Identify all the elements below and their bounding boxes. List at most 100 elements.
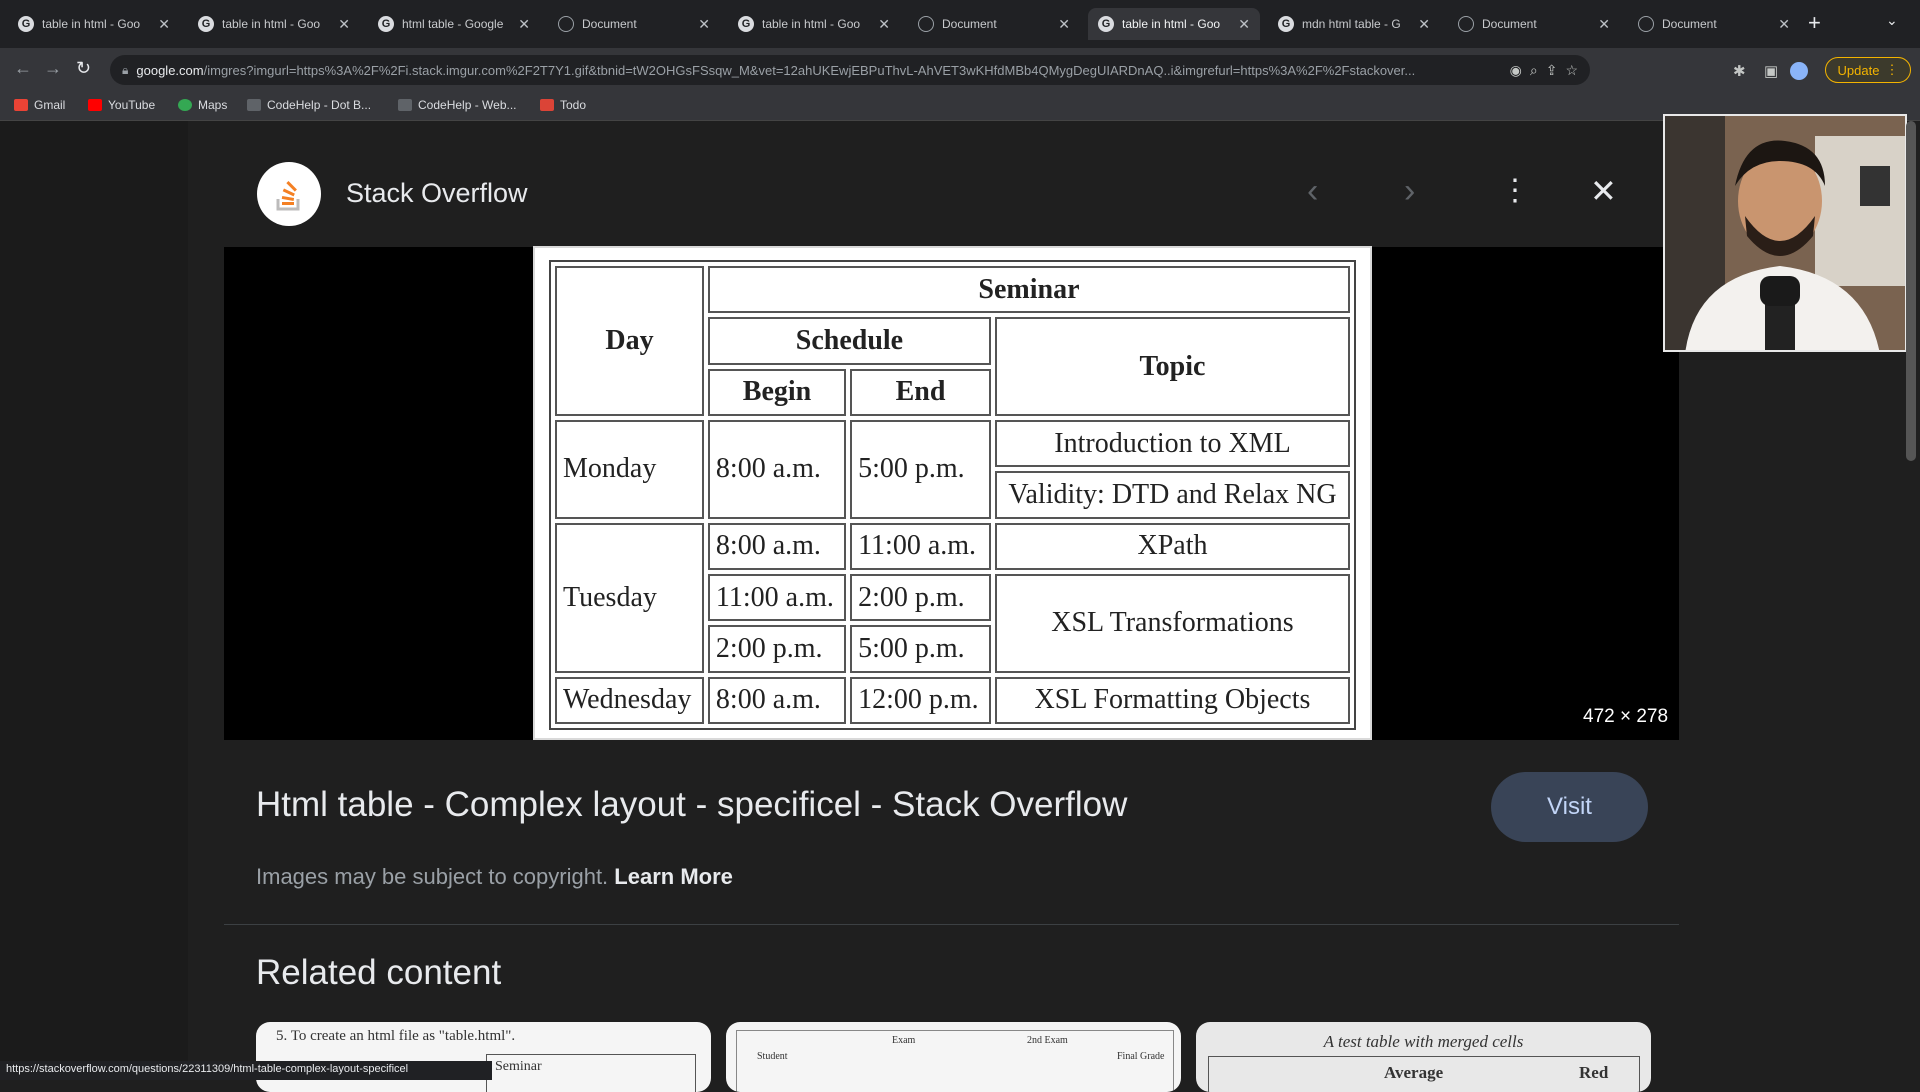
close-icon[interactable]: ✕ <box>698 16 710 33</box>
lock-icon: 🔒︎ <box>122 62 129 77</box>
more-vert-icon: ⋮ <box>1885 62 1899 77</box>
back-arrow-icon[interactable]: ← <box>14 58 32 79</box>
bookmark-codehelp-dot[interactable]: CodeHelp - Dot B... <box>247 98 371 112</box>
tab-active[interactable]: table in html - Goo ✕ <box>1088 8 1260 40</box>
tab-title: table in html - Goo <box>1122 17 1221 31</box>
tab[interactable]: table in html - Goo ✕ <box>188 8 360 40</box>
todo-icon <box>540 99 554 111</box>
close-icon[interactable]: ✕ <box>878 16 890 33</box>
url-text[interactable]: google.com/imgres?imgurl=https%3A%2F%2Fi… <box>136 63 1501 78</box>
tab[interactable]: Document ✕ <box>908 8 1080 40</box>
cell-topic: XSL Formatting Objects <box>994 676 1350 724</box>
google-icon <box>738 16 754 32</box>
close-icon[interactable]: ✕ <box>1590 174 1617 208</box>
url-path: /imgres?imgurl=https%3A%2F%2Fi.stack.img… <box>203 62 1416 78</box>
bookmark-label: Maps <box>198 98 228 112</box>
close-icon[interactable]: ✕ <box>518 16 530 33</box>
cell-end: 2:00 p.m. <box>850 573 991 622</box>
tab-search-chevron-icon[interactable]: ⌄ <box>1886 12 1898 29</box>
webcam-overlay <box>1663 114 1907 352</box>
new-tab-button[interactable]: + <box>1808 10 1821 36</box>
presenter-video-image <box>1665 116 1905 350</box>
globe-icon <box>1638 16 1654 32</box>
zoom-icon[interactable]: ⌕ <box>1530 62 1538 79</box>
close-icon[interactable]: ✕ <box>1418 16 1430 33</box>
cell-end: 11:00 a.m. <box>850 522 991 570</box>
thumb-cell-label: Average <box>1384 1063 1444 1082</box>
thumb-cell-label: Student <box>757 1051 788 1062</box>
bookmark-star-icon[interactable]: ☆ <box>1565 62 1578 79</box>
thumb-cell-label: Final Grade <box>1117 1051 1165 1062</box>
side-panel-icon[interactable]: ▣ <box>1764 62 1778 80</box>
cell-begin: 8:00 a.m. <box>707 676 847 724</box>
cell-begin: 8:00 a.m. <box>707 522 847 570</box>
address-bar[interactable]: 🔒︎ google.com/imgres?imgurl=https%3A%2F%… <box>110 55 1590 85</box>
bookmark-label: CodeHelp - Web... <box>418 98 517 112</box>
cell-end: 5:00 p.m. <box>850 419 991 519</box>
prev-chevron-icon[interactable]: ‹ <box>1307 174 1318 208</box>
tab-title: Document <box>1482 17 1537 31</box>
thumb-table: Student Exam 2nd Exam Final Grade <box>736 1030 1174 1092</box>
next-chevron-icon[interactable]: › <box>1404 174 1415 208</box>
extensions-puzzle-icon[interactable]: ✱ <box>1733 62 1746 80</box>
close-icon[interactable]: ✕ <box>1778 16 1790 33</box>
header-topic: Topic <box>994 317 1350 416</box>
cell-topic: Introduction to XML <box>994 419 1350 468</box>
visit-button[interactable]: Visit <box>1491 772 1648 842</box>
cell-day: Monday <box>555 419 704 519</box>
bookmark-todo[interactable]: Todo <box>540 98 586 112</box>
close-icon[interactable]: ✕ <box>1238 16 1250 33</box>
source-name[interactable]: Stack Overflow <box>346 178 528 209</box>
close-icon[interactable]: ✕ <box>338 16 350 33</box>
cell-end: 5:00 p.m. <box>850 625 991 673</box>
related-thumbnail[interactable]: 5. To create an html file as "table.html… <box>256 1022 711 1092</box>
header-day: Day <box>555 266 704 416</box>
header-end: End <box>850 368 991 416</box>
maps-pin-icon <box>178 99 192 111</box>
bookmark-youtube[interactable]: YouTube <box>88 98 155 112</box>
tab[interactable]: table in html - Goo ✕ <box>728 8 900 40</box>
bookmark-codehelp-web[interactable]: CodeHelp - Web... <box>398 98 517 112</box>
more-vert-icon[interactable]: ⋮ <box>1500 174 1530 208</box>
thumb-table: Seminar <box>486 1054 696 1092</box>
scrollbar[interactable] <box>1906 121 1916 461</box>
close-icon[interactable]: ✕ <box>1058 16 1070 33</box>
cell-begin: 8:00 a.m. <box>707 419 847 519</box>
learn-more-link[interactable]: Learn More <box>614 864 733 889</box>
bookmarks-bar: Gmail YouTube Maps CodeHelp - Dot B... C… <box>0 92 1920 121</box>
header-seminar: Seminar <box>707 266 1350 314</box>
tab[interactable]: html table - Google ✕ <box>368 8 540 40</box>
globe-icon <box>918 16 934 32</box>
avatar[interactable] <box>1790 62 1808 80</box>
bookmark-maps[interactable]: Maps <box>178 98 227 112</box>
result-title[interactable]: Html table - Complex layout - specificel… <box>256 785 1127 825</box>
thumb-cell-label: Seminar <box>495 1059 542 1074</box>
bookmark-label: Todo <box>560 98 587 112</box>
tab[interactable]: table in html - Goo ✕ <box>8 8 180 40</box>
tab-title: table in html - Goo <box>222 17 321 31</box>
reload-icon[interactable]: ↻ <box>76 58 91 79</box>
close-icon[interactable]: ✕ <box>158 16 170 33</box>
preview-image[interactable]: Day Seminar Schedule Topic Begin End Mon… <box>533 246 1372 740</box>
thumb-cell-label: Exam <box>892 1035 916 1046</box>
status-bar: https://stackoverflow.com/questions/2231… <box>0 1061 492 1080</box>
tab[interactable]: Document ✕ <box>1448 8 1620 40</box>
google-icon <box>18 16 34 32</box>
forward-arrow-icon[interactable]: → <box>44 58 62 79</box>
share-icon[interactable]: ⇪ <box>1546 62 1558 79</box>
thumb-cell-label: 2nd Exam <box>1027 1035 1068 1046</box>
tab-title: Document <box>582 17 637 31</box>
google-lens-icon[interactable]: ◉ <box>1510 62 1522 79</box>
tab[interactable]: mdn html table - G ✕ <box>1268 8 1440 40</box>
related-thumbnail[interactable]: A test table with merged cells Average R… <box>1196 1022 1651 1092</box>
tab[interactable]: Document ✕ <box>548 8 720 40</box>
related-thumbnail[interactable]: Student Exam 2nd Exam Final Grade <box>726 1022 1181 1092</box>
thumb-cell-label: Red <box>1579 1063 1609 1082</box>
update-button[interactable]: Update ⋮ <box>1825 57 1911 83</box>
bookmark-gmail[interactable]: Gmail <box>14 98 65 112</box>
bookmark-label: YouTube <box>108 98 156 112</box>
stack-overflow-logo-icon[interactable] <box>257 162 321 226</box>
tab[interactable]: Document ✕ <box>1628 8 1800 40</box>
related-heading: Related content <box>256 953 502 992</box>
close-icon[interactable]: ✕ <box>1598 16 1610 33</box>
